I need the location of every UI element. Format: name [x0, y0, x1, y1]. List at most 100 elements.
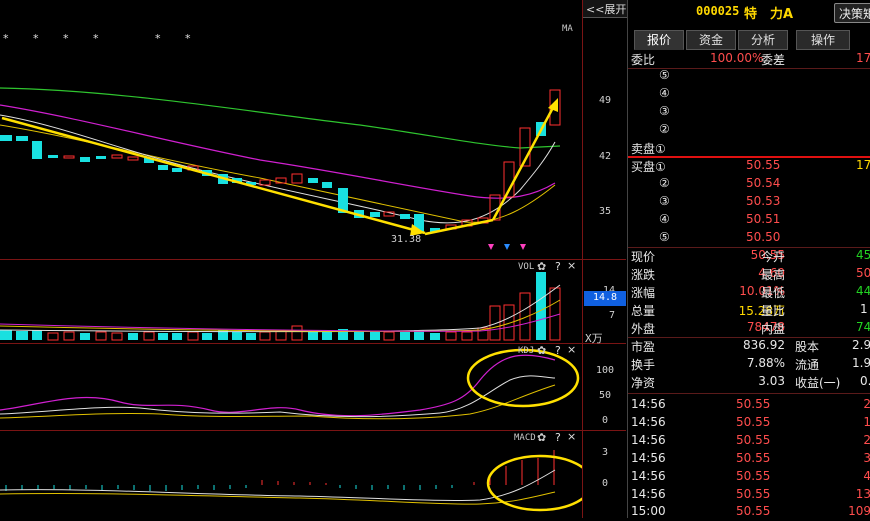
weibi-row: 委比 100.00% 委差 17	[628, 50, 870, 68]
quote-row: 现价 50.55 今开 45	[628, 247, 870, 265]
sell-level-row[interactable]: 卖盘①	[628, 139, 870, 157]
divider	[628, 393, 870, 394]
pane-separator	[0, 259, 626, 260]
macd-help-icon[interactable]: ?	[555, 431, 561, 444]
sell-level-row[interactable]: ②	[628, 121, 870, 139]
tick-time: 14:56	[631, 487, 666, 501]
stock-name: 特 力A	[744, 7, 794, 22]
fund-label: 股本	[795, 340, 820, 354]
kdj-line-magenta	[0, 354, 556, 417]
tick-time: 15:00	[631, 504, 666, 518]
buy-level-row[interactable]: 买盘① 50.55 17	[628, 157, 870, 175]
candlesticks	[0, 89, 561, 232]
tick-row: 14:56 50.55 2	[628, 432, 870, 450]
quote-value: 45	[856, 248, 870, 262]
kline-chart-area[interactable]: * * * * * * MA 31.38 VOL ✿ ? × KDJ ✿ ? ×…	[0, 0, 627, 518]
tick-row: 14:56 50.55 1	[628, 414, 870, 432]
kdj-highlight-circle	[466, 348, 580, 408]
tick-volume: 1	[863, 415, 870, 429]
buy-level-row[interactable]: ③ 50.53	[628, 193, 870, 211]
pane-separator	[0, 430, 626, 431]
weibi-label: 委比	[631, 53, 656, 67]
tick-price: 50.55	[736, 415, 771, 429]
level-label: ③	[659, 104, 670, 118]
tick-time: 14:56	[631, 469, 666, 483]
tick-volume: 3	[863, 451, 870, 465]
vol-label: VOL	[518, 262, 535, 272]
tick-volume: 4	[863, 469, 870, 483]
kdj-help-icon[interactable]: ?	[555, 344, 561, 357]
sell-level-row[interactable]: ④	[628, 85, 870, 103]
buy-level-row[interactable]: ⑤ 50.50	[628, 229, 870, 247]
price-tick: 42	[598, 151, 612, 162]
level-price: 50.55	[746, 158, 781, 172]
buy-level-row[interactable]: ④ 50.51	[628, 211, 870, 229]
expand-button[interactable]: <<展开	[583, 0, 627, 18]
vol-tick: 7	[608, 310, 615, 321]
level-label: ②	[659, 122, 670, 136]
level-price: 50.51	[746, 212, 781, 226]
level-label: 买盘①	[631, 160, 666, 174]
vol-value-marker: 14.8	[584, 291, 626, 306]
quote-label: 最低	[761, 286, 786, 300]
kdj-tick: 0	[601, 415, 609, 426]
fund-label: 收益(一)	[795, 376, 841, 390]
kdj-settings-icon[interactable]: ✿	[537, 344, 546, 357]
tab-quote[interactable]: 报价	[634, 30, 684, 50]
tab-operation[interactable]: 操作	[796, 30, 850, 50]
decision-button[interactable]: 决策矩	[834, 3, 870, 23]
ma-line-magenta	[0, 104, 556, 199]
tab-funds[interactable]: 资金	[686, 30, 736, 50]
quote-label: 外盘	[631, 322, 656, 336]
tab-analysis[interactable]: 分析	[738, 30, 788, 50]
tick-time: 14:56	[631, 397, 666, 411]
tick-volume: 13	[855, 487, 870, 501]
vol-help-icon[interactable]: ?	[555, 260, 561, 273]
macd-label: MACD	[514, 433, 536, 443]
level-label: ④	[659, 212, 670, 226]
kdj-close-icon[interactable]: ×	[567, 343, 576, 356]
quote-label: 量比	[761, 304, 786, 318]
macd-red-bars	[261, 450, 555, 485]
macd-line-yellow	[0, 491, 556, 505]
quote-label: 总量	[631, 304, 656, 318]
tick-price: 50.55	[736, 504, 771, 518]
fund-label: 市盈	[631, 340, 656, 354]
vol-ma-white	[0, 284, 561, 333]
tick-row: 14:56 50.55 2	[628, 396, 870, 414]
vol-settings-icon[interactable]: ✿	[537, 260, 546, 273]
tick-price: 50.55	[736, 469, 771, 483]
tick-row: 14:56 50.55 13	[628, 486, 870, 504]
level-label: ③	[659, 194, 670, 208]
quote-label: 涨幅	[631, 286, 656, 300]
signal-marker	[520, 244, 526, 250]
level-label: ②	[659, 176, 670, 190]
tick-price: 50.55	[736, 433, 771, 447]
macd-close-icon[interactable]: ×	[567, 430, 576, 443]
signal-star: *	[155, 32, 161, 45]
pane-separator	[0, 343, 626, 344]
tick-time: 14:56	[631, 415, 666, 429]
fundamental-row: 净资 3.03 收益(一) 0.	[628, 373, 870, 391]
tick-price: 50.55	[736, 487, 771, 501]
fund-label: 净资	[631, 376, 656, 390]
signal-star: *	[185, 32, 191, 45]
sell-level-row[interactable]: ⑤	[628, 67, 870, 85]
fund-value: 2.9	[852, 338, 870, 352]
weicha-label: 委差	[761, 53, 786, 67]
stock-code: 000025	[696, 4, 740, 18]
vol-close-icon[interactable]: ×	[567, 259, 576, 272]
quote-value: 44	[856, 284, 870, 298]
buy-level-row[interactable]: ② 50.54	[628, 175, 870, 193]
macd-tick: 0	[601, 478, 609, 489]
vol-unit: X万	[585, 332, 603, 345]
fund-value: 7.88%	[746, 356, 785, 370]
quote-row: 总量 15.28万 量比 1	[628, 301, 870, 319]
signal-marker	[504, 244, 510, 250]
quote-row: 涨幅 10.01% 最低 44	[628, 283, 870, 301]
sell-level-row[interactable]: ③	[628, 103, 870, 121]
level-volume: 17	[856, 158, 870, 172]
tick-volume: 109	[848, 504, 870, 518]
fund-value: 836.92	[743, 338, 785, 352]
macd-settings-icon[interactable]: ✿	[537, 431, 546, 444]
